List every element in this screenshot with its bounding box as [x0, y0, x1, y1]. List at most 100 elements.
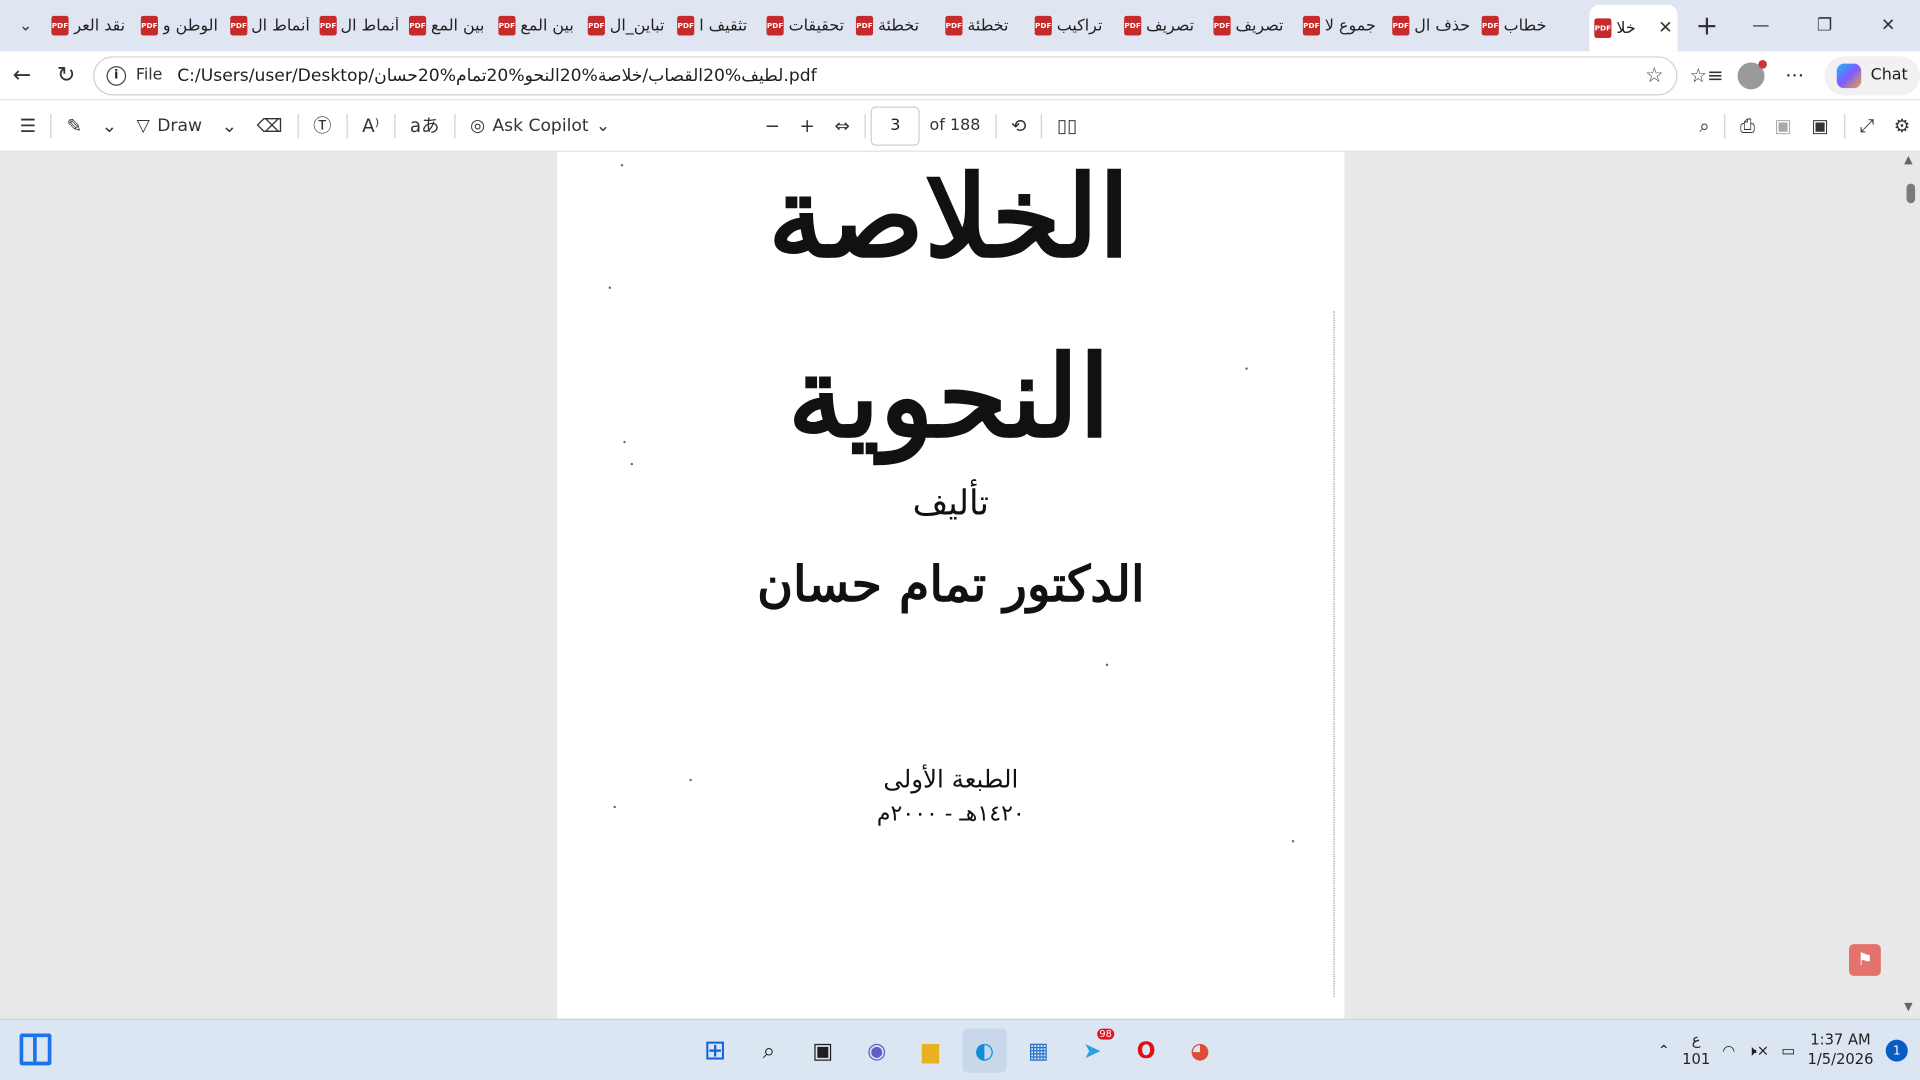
search-button[interactable]: ⌕: [1689, 106, 1719, 145]
tab[interactable]: PDF نقد العر: [47, 7, 136, 44]
ask-copilot-button[interactable]: ◎ Ask Copilot ⌄: [460, 106, 620, 145]
save-button[interactable]: ▣: [1765, 106, 1802, 145]
chevron-up-icon[interactable]: ⌃: [1658, 1042, 1670, 1059]
wifi-icon[interactable]: ◠: [1722, 1042, 1735, 1059]
fit-width-button[interactable]: ⇔: [825, 106, 860, 145]
store-button[interactable]: ▦: [1016, 1029, 1060, 1073]
zoom-out-button[interactable]: −: [755, 106, 790, 145]
tab[interactable]: PDF بين المع: [404, 7, 493, 44]
tab-title: جموع لا: [1324, 16, 1376, 35]
contents-button[interactable]: ☰: [10, 106, 46, 145]
taskbar-apps: ⊞ ⌕ ▣ ◉ ▆ ◐ ▦ ➤ 98 O ◕: [688, 1028, 1227, 1073]
volume-muted-icon[interactable]: 🕨×: [1748, 1041, 1770, 1059]
divider: [1041, 113, 1043, 138]
edition-year: ١٤٢٠هـ - ٢٠٠٠م: [876, 800, 1025, 827]
tab[interactable]: PDF خطاب: [1477, 7, 1566, 44]
rotate-button[interactable]: ⟲: [1001, 106, 1036, 145]
edge-button[interactable]: ◐: [962, 1028, 1007, 1073]
back-button[interactable]: ←: [0, 56, 44, 95]
tab[interactable]: PDF تحقيقات: [762, 7, 851, 44]
tab[interactable]: PDF تثقيف ا: [672, 7, 761, 44]
draw-button[interactable]: ▽ Draw: [127, 106, 212, 145]
list-icon: ☰: [19, 114, 37, 137]
tab-title: حذف ال: [1414, 16, 1471, 35]
tab[interactable]: PDF تصريف: [1119, 7, 1208, 44]
tab[interactable]: PDF تباين_ال: [583, 7, 672, 44]
minimize-button[interactable]: —: [1729, 0, 1793, 51]
close-tab-icon[interactable]: ✕: [1658, 18, 1672, 38]
refresh-button[interactable]: ↻: [44, 56, 88, 95]
translate-button[interactable]: aあ: [400, 106, 449, 145]
url-text[interactable]: C:/Users/user/Desktop/لطيف%20القصاب/خلاص…: [177, 66, 1645, 86]
restore-button[interactable]: ❐: [1793, 0, 1857, 51]
more-options-button[interactable]: ···: [1773, 56, 1817, 95]
settings-button[interactable]: ⚙: [1884, 106, 1920, 145]
read-aloud-button[interactable]: A⁾: [352, 106, 389, 145]
search-button[interactable]: ⌕: [747, 1029, 791, 1073]
close-window-button[interactable]: ✕: [1856, 0, 1920, 51]
input-language[interactable]: ع 101: [1682, 1032, 1710, 1070]
tab[interactable]: PDF أنماط ال: [225, 7, 314, 44]
file-explorer-button[interactable]: ▆: [909, 1029, 953, 1073]
task-view-button[interactable]: ▣: [801, 1029, 845, 1073]
system-tray: ⌃ ع 101 ◠ 🕨× ▭ 1:37 AM 1/5/2026 1: [1658, 1020, 1908, 1080]
pdf-icon: PDF: [1124, 15, 1142, 36]
tab-title: تحقيقات: [788, 16, 845, 35]
add-text-button[interactable]: Ⓣ: [303, 106, 341, 145]
highlight-dropdown[interactable]: ⌄: [92, 106, 127, 145]
tab-title: تخطئة: [877, 16, 920, 35]
telegram-button[interactable]: ➤ 98: [1070, 1028, 1115, 1073]
profile-button[interactable]: [1729, 56, 1773, 95]
new-tab-button[interactable]: +: [1685, 7, 1729, 44]
tab[interactable]: PDF الوطن و: [136, 7, 225, 44]
teams-button[interactable]: ◉: [855, 1029, 899, 1073]
tab[interactable]: PDF تخطئة: [940, 7, 1029, 44]
scroll-up-icon[interactable]: ▲: [1904, 154, 1912, 166]
widgets-icon[interactable]: [19, 1033, 52, 1066]
draw-dropdown[interactable]: ⌄: [212, 106, 247, 145]
minus-icon: −: [764, 114, 780, 137]
clock[interactable]: 1:37 AM 1/5/2026: [1807, 1032, 1873, 1070]
divider: [346, 113, 348, 138]
tab-actions-menu-button[interactable]: ⌄: [5, 7, 47, 44]
pdf-toolbar: ☰ ✎ ⌄ ▽ Draw ⌄ ⌫ Ⓣ A⁾ aあ ◎ Ask Copilot ⌄…: [0, 100, 1920, 152]
tab-title: تباين_ال: [609, 16, 665, 35]
tab[interactable]: PDF جموع لا: [1298, 7, 1387, 44]
lang-line2: 101: [1682, 1050, 1711, 1068]
scroll-thumb[interactable]: [1906, 183, 1916, 204]
highlight-button[interactable]: ✎: [57, 106, 92, 145]
tab-active[interactable]: PDF خلا ✕: [1589, 4, 1678, 52]
tab[interactable]: PDF بين المع: [493, 7, 582, 44]
tab-title: تثقيف ا: [699, 16, 748, 35]
page-number-input[interactable]: 3: [870, 105, 920, 146]
opera-button[interactable]: O: [1124, 1029, 1168, 1073]
start-button[interactable]: ⊞: [693, 1029, 737, 1073]
scroll-down-icon[interactable]: ▼: [1904, 1002, 1912, 1014]
author-prefix: تأليف: [912, 482, 989, 523]
save-as-button[interactable]: ▣: [1802, 106, 1839, 145]
copilot-chat-button[interactable]: Chat: [1824, 55, 1920, 95]
chrome-button[interactable]: ◕: [1178, 1029, 1222, 1073]
favorites-button[interactable]: ☆≡: [1684, 56, 1728, 95]
divider: [454, 113, 456, 138]
favorite-star-icon[interactable]: ☆: [1645, 63, 1664, 87]
battery-icon[interactable]: ▭: [1781, 1042, 1795, 1059]
acrobat-icon[interactable]: ⚑: [1848, 944, 1881, 976]
fullscreen-button[interactable]: ⤢: [1850, 106, 1884, 145]
vertical-scrollbar[interactable]: ▲ ▼: [1900, 151, 1920, 1019]
divider: [50, 113, 52, 138]
zoom-in-button[interactable]: +: [790, 106, 825, 145]
notification-badge[interactable]: 1: [1885, 1039, 1908, 1062]
tab[interactable]: PDF أنماط ال: [315, 7, 404, 44]
tab[interactable]: PDF تخطئة: [851, 7, 940, 44]
info-icon[interactable]: i: [106, 65, 127, 86]
pdf-viewer[interactable]: الخلاصة النحوية تأليف الدكتور تمام حسان …: [0, 151, 1920, 1019]
address-field[interactable]: i File C:/Users/user/Desktop/لطيف%20القص…: [92, 55, 1678, 95]
erase-button[interactable]: ⌫: [247, 106, 293, 145]
pdf-icon: PDF: [1392, 15, 1410, 36]
tab[interactable]: PDF تصريف: [1209, 7, 1298, 44]
tab[interactable]: PDF تراكيب: [1030, 7, 1119, 44]
print-button[interactable]: ⎙: [1730, 106, 1764, 145]
tab[interactable]: PDF حذف ال: [1387, 7, 1476, 44]
page-view-button[interactable]: ▯▯: [1047, 106, 1087, 145]
